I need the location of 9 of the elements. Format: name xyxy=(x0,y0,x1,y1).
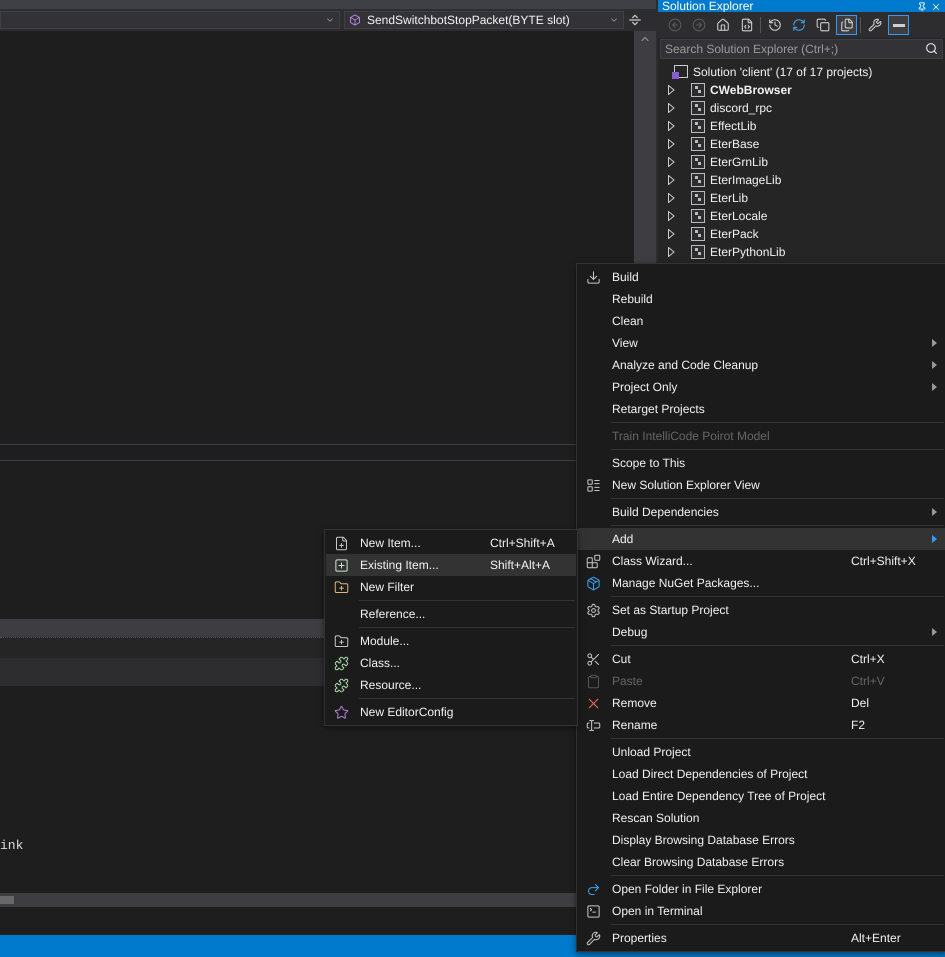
shortcut-text: Shift+Alt+A xyxy=(490,558,552,572)
shortcut-text: F2 xyxy=(851,718,866,732)
shortcut-text: Ctrl+X xyxy=(851,652,886,666)
shortcut-text: Alt+Enter xyxy=(851,931,902,945)
output-text: ink xyxy=(0,838,24,853)
shortcut-text: Del xyxy=(851,696,870,710)
shortcut-text: Ctrl+V xyxy=(851,674,886,688)
shortcut-text: Ctrl+Shift+A xyxy=(490,536,556,550)
shortcut-text: Ctrl+Shift+X xyxy=(851,554,917,568)
